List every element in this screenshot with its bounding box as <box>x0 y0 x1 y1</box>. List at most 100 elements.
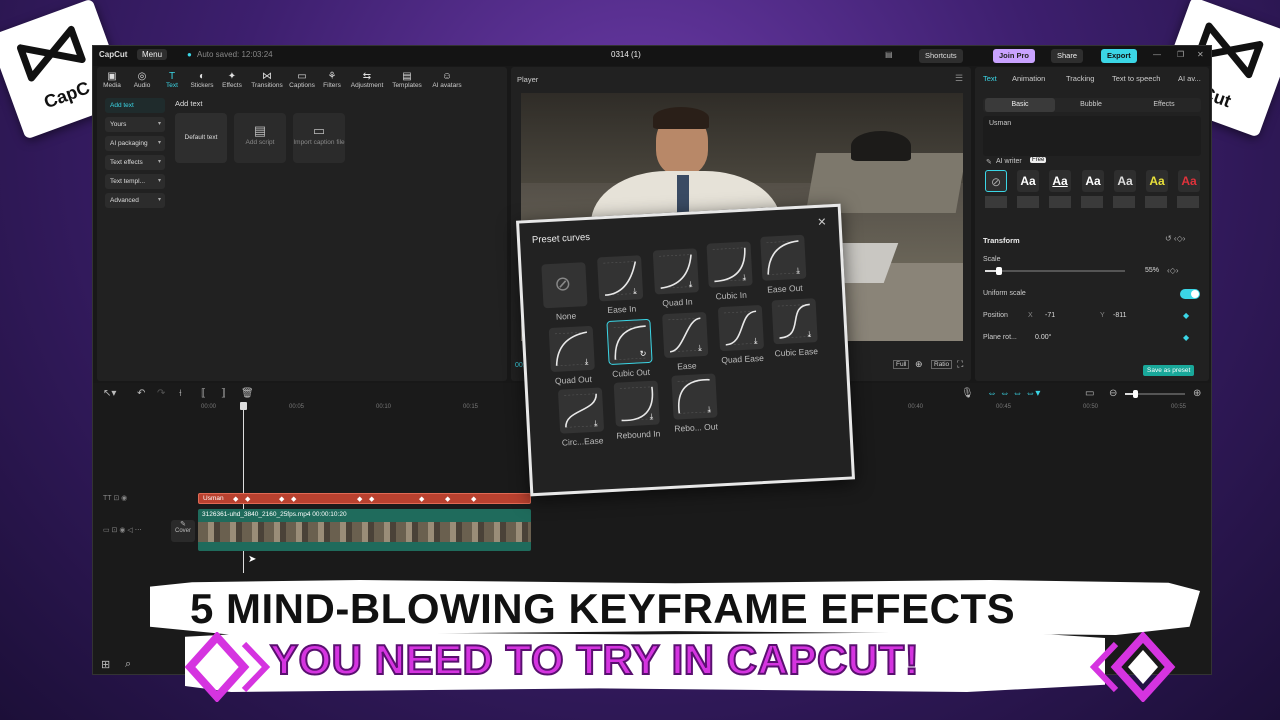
keyframe-icon[interactable]: ◆ <box>245 495 250 503</box>
trim-right-icon[interactable]: ⟧ <box>221 388 226 399</box>
tab-animation[interactable]: Animation <box>1012 74 1045 83</box>
curve-none[interactable]: ⊘ <box>541 262 588 309</box>
sidebar-item-text-templ-[interactable]: Text templ... ▾ <box>105 174 165 189</box>
maximize-icon[interactable]: ❐ <box>1177 50 1184 59</box>
share-button[interactable]: Share <box>1051 49 1084 63</box>
export-button[interactable]: Export <box>1101 49 1137 63</box>
dialog-close-icon[interactable]: ✕ <box>817 215 827 228</box>
sidebar-item-add-text[interactable]: Add text <box>105 98 165 113</box>
uniform-scale-toggle[interactable] <box>1180 289 1200 299</box>
split-icon[interactable]: ⟊ <box>179 388 182 399</box>
keyframe-icon[interactable]: ◆ <box>291 495 296 503</box>
curve-quad-out[interactable]: ⤓ <box>548 325 595 373</box>
tab-text-to-speech[interactable]: Text to speech <box>1112 74 1160 83</box>
shortcuts-button[interactable]: Shortcuts <box>919 49 963 63</box>
keyframe-icon[interactable]: ◆ <box>369 495 374 503</box>
tool-adjustment[interactable]: ⇆ Adjustment <box>347 68 387 96</box>
full-button[interactable]: Full <box>893 360 910 369</box>
ratio-button[interactable]: Ratio <box>931 360 953 369</box>
reset-icon[interactable]: ↺ ‹◇› <box>1165 234 1185 243</box>
subtab-basic[interactable]: Basic <box>985 98 1055 112</box>
mic-icon[interactable]: 🎙 <box>961 388 974 399</box>
tool-media[interactable]: ▣ Media <box>97 68 127 96</box>
player-menu-icon[interactable]: ☰ <box>955 73 963 84</box>
keyframe-icon[interactable]: ◆ <box>471 495 476 503</box>
curve-circ-ease[interactable]: ⤓ <box>557 387 605 434</box>
tab-text[interactable]: Text <box>983 74 997 83</box>
redo-icon[interactable]: ↷ <box>157 388 165 399</box>
join-pro-button[interactable]: Join Pro <box>993 49 1036 63</box>
font-style-6[interactable]: Aa <box>1178 170 1200 192</box>
curve-ease-out[interactable]: ⤓ <box>760 234 807 281</box>
curve-rebound-in[interactable]: ⤓ <box>613 380 660 427</box>
tool-audio[interactable]: ◎ Audio <box>127 68 157 96</box>
keyframe-icon[interactable]: ◆ <box>357 495 362 503</box>
save-as-preset-button[interactable]: Save as preset <box>1143 365 1195 376</box>
preview-icon[interactable]: ▭ <box>1085 388 1094 399</box>
position-x-input[interactable]: -71 <box>1045 312 1055 319</box>
keyframe-icon[interactable]: ◆ <box>233 495 238 503</box>
tab-tracking[interactable]: Tracking <box>1066 74 1094 83</box>
font-style-1[interactable]: Aa <box>1017 170 1039 192</box>
zoom-icon[interactable]: ⊕ <box>915 359 923 370</box>
trim-left-icon[interactable]: ⟦ <box>201 388 206 399</box>
sidebar-item-advanced[interactable]: Advanced ▾ <box>105 193 165 208</box>
tool-text[interactable]: T Text <box>157 68 187 96</box>
curve-ease[interactable]: ⤓ <box>662 311 709 359</box>
zoom-slider[interactable] <box>1125 390 1185 398</box>
font-style-4[interactable]: Aa <box>1114 170 1136 192</box>
scale-slider[interactable] <box>985 267 1125 275</box>
video-track-controls[interactable]: ▭ ⊡ ◉ ◁ ⋯ <box>103 526 142 534</box>
ai-writer-label[interactable]: AI writer <box>996 158 1022 165</box>
delete-icon[interactable]: 🗑 <box>241 388 254 399</box>
font-style-5[interactable]: Aa <box>1146 170 1168 192</box>
select-tool-icon[interactable]: ↖▾ <box>103 388 116 399</box>
playhead-handle[interactable] <box>240 402 247 410</box>
undo-icon[interactable]: ↶ <box>137 388 145 399</box>
menu-button[interactable]: Menu <box>137 49 168 60</box>
keyframe-icon[interactable]: ◆ <box>445 495 450 503</box>
tool-stickers[interactable]: ◐ Stickers <box>187 68 217 96</box>
sidebar-item-text-effects[interactable]: Text effects ▾ <box>105 155 165 170</box>
no-style-icon[interactable]: ⊘ <box>985 170 1007 192</box>
scale-value[interactable]: 55% <box>1145 267 1159 274</box>
cover-button[interactable]: ✎ Cover <box>171 520 195 542</box>
subtab-bubble[interactable]: Bubble <box>1056 101 1126 108</box>
text-input[interactable]: Usman <box>983 116 1201 156</box>
tool-filters[interactable]: ⚘ Filters <box>317 68 347 96</box>
curve-quad-ease[interactable]: ⤓ <box>717 304 765 352</box>
search-icon[interactable]: ⌕ <box>125 658 131 671</box>
link-icon[interactable]: ⇔ ⇔ ⇔ ⇔▾ <box>987 388 1040 399</box>
font-style-2[interactable]: Aa <box>1049 170 1071 192</box>
curve-cubic-ease[interactable]: ⤓ <box>771 298 818 345</box>
minimize-icon[interactable]: — <box>1153 50 1161 59</box>
tool-ai-avatars[interactable]: ☺ AI avatars <box>427 68 467 96</box>
position-keyframe-icon[interactable]: ◆ <box>1183 311 1189 320</box>
sidebar-item-ai-packaging[interactable]: AI packaging ▾ <box>105 136 165 151</box>
add-script-card[interactable]: ▤ Add script <box>234 113 286 163</box>
fullscreen-icon[interactable]: ⛶ <box>957 359 963 370</box>
sidebar-item-yours[interactable]: Yours ▾ <box>105 117 165 132</box>
font-style-row-2[interactable] <box>985 196 1201 208</box>
font-style-3[interactable]: Aa <box>1082 170 1104 192</box>
text-clip[interactable]: Usman ◆ ◆ ◆ ◆ ◆ ◆ ◆ ◆ ◆ <box>198 493 531 504</box>
plane-rotation-input[interactable]: 0.00° <box>1035 334 1051 341</box>
keyframe-icon[interactable]: ◆ <box>419 495 424 503</box>
scale-keyframe-icon[interactable]: ‹◇› <box>1167 266 1178 275</box>
close-icon[interactable]: ✕ <box>1197 50 1204 59</box>
text-track-controls[interactable]: TT ⊡ ◉ <box>103 494 127 502</box>
curve-quad-in[interactable]: ⤓ <box>652 248 699 295</box>
curve-cubic-out[interactable]: ↻ <box>606 318 653 366</box>
zoom-out-icon[interactable]: ⊖ <box>1109 388 1117 399</box>
position-y-input[interactable]: -811 <box>1113 312 1127 319</box>
curve-cubic-in[interactable]: ⤓ <box>706 241 753 288</box>
windows-start-icon[interactable]: ⊞ <box>101 658 110 671</box>
default-text-card[interactable]: Default text <box>175 113 227 163</box>
rotation-keyframe-icon[interactable]: ◆ <box>1183 333 1189 342</box>
tool-templates[interactable]: ▤ Templates <box>387 68 427 96</box>
curve-rebo-out[interactable]: ⤓ <box>671 373 718 420</box>
layout-icon[interactable]: ▤ <box>885 50 893 59</box>
tool-transitions[interactable]: ⋈ Transitions <box>247 68 287 96</box>
curve-ease-in[interactable]: ⤓ <box>597 255 644 302</box>
tool-effects[interactable]: ✦ Effects <box>217 68 247 96</box>
